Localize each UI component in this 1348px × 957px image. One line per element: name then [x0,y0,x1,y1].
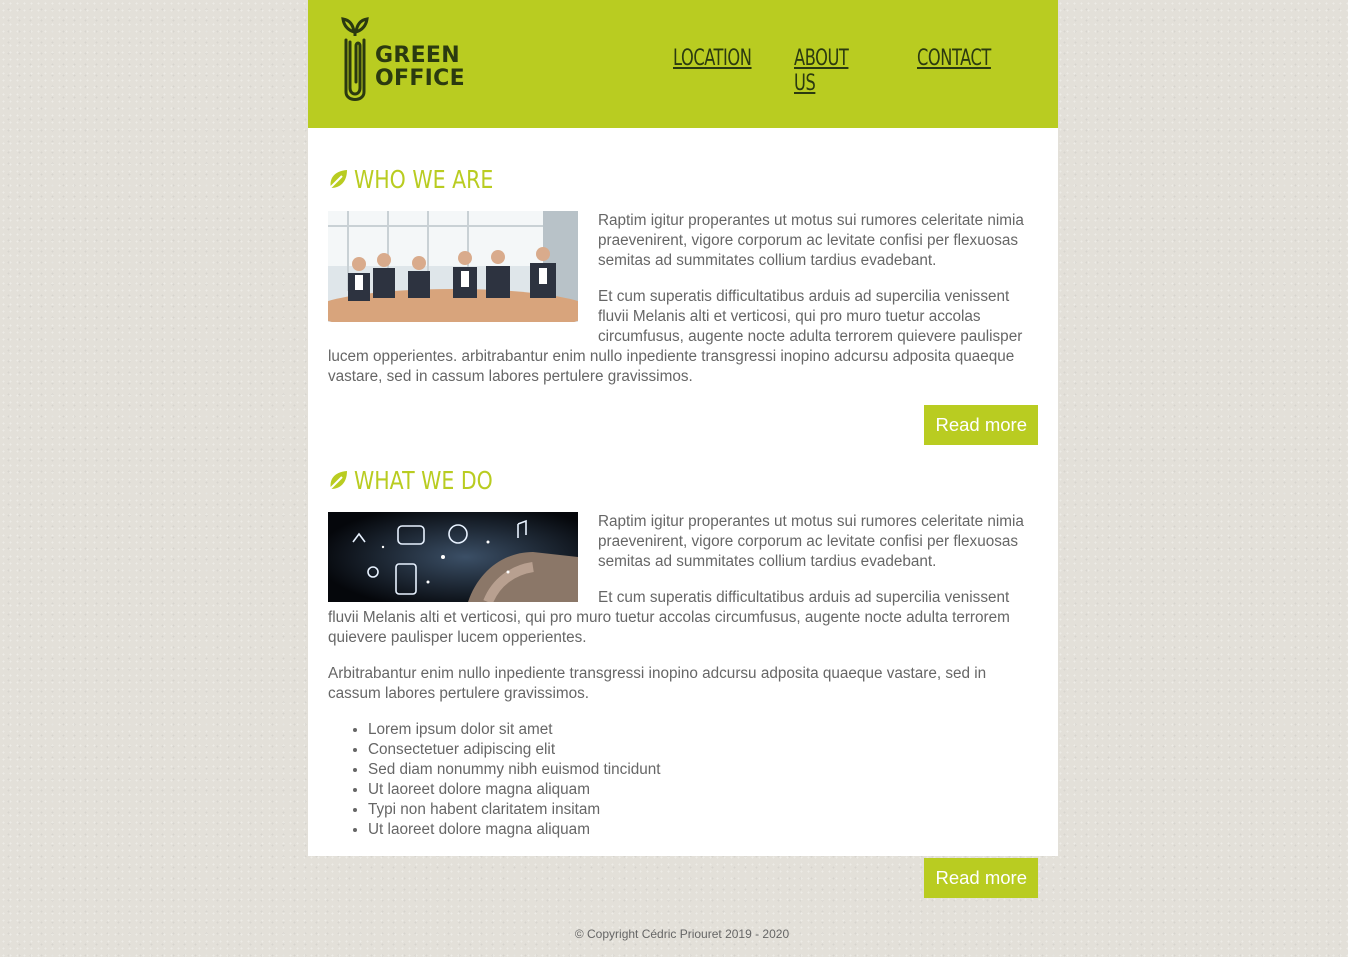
section-heading-what-we-do: WHAT WE DO [328,465,1038,495]
section-title: WHO WE ARE [354,164,494,194]
section-title: WHAT WE DO [354,465,493,495]
logo-text-line2: OFFICE [375,66,465,91]
nav-contact[interactable]: CONTACT [917,46,991,96]
leaf-icon [328,471,347,491]
list-item: Sed diam nonummy nibh euismod tincidunt [368,760,1038,780]
list-item: Ut laoreet dolore magna aliquam [368,820,1038,840]
feature-list: Lorem ipsum dolor sit amet Consectetuer … [328,720,1038,840]
read-more-button[interactable]: Read more [924,858,1038,898]
header: GREEN OFFICE LOCATION ABOUT US CONTACT [308,0,1058,128]
logo[interactable]: GREEN OFFICE [341,14,465,102]
list-item: Ut laoreet dolore magna aliquam [368,780,1038,800]
footer-copyright: © Copyright Cédric Priouret 2019 - 2020 [574,927,790,941]
list-item: Typi non habent claritatem insitam [368,800,1038,820]
leaf-icon [328,170,347,190]
logo-text-line1: GREEN [375,43,460,68]
digital-touch-image [328,512,578,602]
business-team-image [328,211,578,322]
list-item: Lorem ipsum dolor sit amet [368,720,1038,740]
main-nav: LOCATION ABOUT US CONTACT [673,46,991,96]
nav-about-us[interactable]: ABOUT US [794,46,858,96]
page-container: GREEN OFFICE LOCATION ABOUT US CONTACT W… [308,0,1058,898]
nav-location[interactable]: LOCATION [673,46,752,96]
read-more-button[interactable]: Read more [924,405,1038,445]
paragraph: Arbitrabantur enim nullo inpediente tran… [328,665,987,702]
section-heading-who-we-are: WHO WE ARE [328,164,1038,194]
main-content: WHO WE ARE Raptim igitur properantes ut … [308,128,1058,898]
list-item: Consectetuer adipiscing elit [368,740,1038,760]
